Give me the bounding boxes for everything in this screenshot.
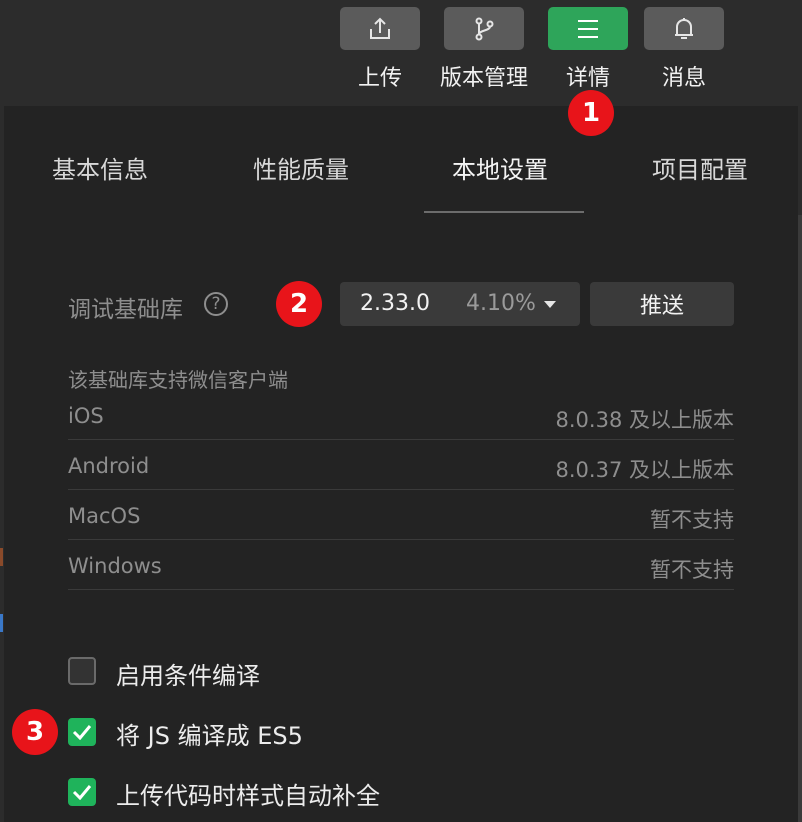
divider <box>68 439 734 440</box>
platform-ios: iOS <box>68 404 104 428</box>
support-heading: 该基础库支持微信客户端 <box>68 368 288 392</box>
annotation-badge-3: 3 <box>12 709 58 755</box>
tab-project-config[interactable]: 项目配置 <box>652 150 748 185</box>
menu-icon <box>548 7 628 50</box>
tab-performance[interactable]: 性能质量 <box>253 150 349 185</box>
checkmark-icon <box>72 725 92 740</box>
auto-style-complete-checkbox[interactable] <box>68 778 96 806</box>
tab-local-settings[interactable]: 本地设置 <box>452 150 548 185</box>
platform-ios-value: 8.0.38 及以上版本 <box>555 408 734 432</box>
platform-macos-value: 暂不支持 <box>650 508 734 532</box>
annotation-badge-1: 1 <box>568 90 614 136</box>
chevron-down-icon <box>544 301 556 308</box>
edge-marker <box>0 548 3 566</box>
edge-marker <box>0 614 3 632</box>
divider <box>68 539 734 540</box>
branch-icon <box>444 7 524 50</box>
push-button[interactable]: 推送 <box>590 282 734 326</box>
platform-windows: Windows <box>68 554 162 578</box>
platform-android-value: 8.0.37 及以上版本 <box>555 458 734 482</box>
platform-macos: MacOS <box>68 504 141 528</box>
messages-label: 消息 <box>661 66 706 91</box>
help-icon[interactable]: ? <box>204 292 228 316</box>
percent-value: 4.10% <box>466 291 536 316</box>
checkmark-icon <box>72 785 92 800</box>
divider <box>68 589 734 590</box>
auto-style-complete-label: 上传代码时样式自动补全 <box>116 782 380 810</box>
platform-windows-value: 暂不支持 <box>650 558 734 582</box>
scrollbar[interactable] <box>798 215 802 822</box>
bell-icon <box>644 7 724 50</box>
platform-android: Android <box>68 454 150 478</box>
details-label: 详情 <box>565 66 610 91</box>
version-value: 2.33.0 <box>360 291 430 316</box>
messages-button[interactable]: 消息 <box>634 0 734 106</box>
debug-lib-version-select[interactable]: 2.33.0 4.10% <box>340 282 580 326</box>
debug-lib-label: 调试基础库 <box>68 297 183 323</box>
upload-label: 上传 <box>357 66 402 91</box>
version-management-button[interactable]: 版本管理 <box>434 0 534 106</box>
conditional-compile-label: 启用条件编译 <box>116 662 260 690</box>
upload-button[interactable]: 上传 <box>330 0 430 106</box>
active-tab-indicator <box>424 211 584 213</box>
upload-icon <box>340 7 420 50</box>
annotation-badge-2: 2 <box>276 281 322 327</box>
es5-compile-label: 将 JS 编译成 ES5 <box>116 722 303 750</box>
es5-compile-checkbox[interactable] <box>68 718 96 746</box>
tab-basic-info[interactable]: 基本信息 <box>52 150 148 185</box>
divider <box>68 489 734 490</box>
conditional-compile-checkbox[interactable] <box>68 657 96 685</box>
version-management-label: 版本管理 <box>439 66 528 91</box>
